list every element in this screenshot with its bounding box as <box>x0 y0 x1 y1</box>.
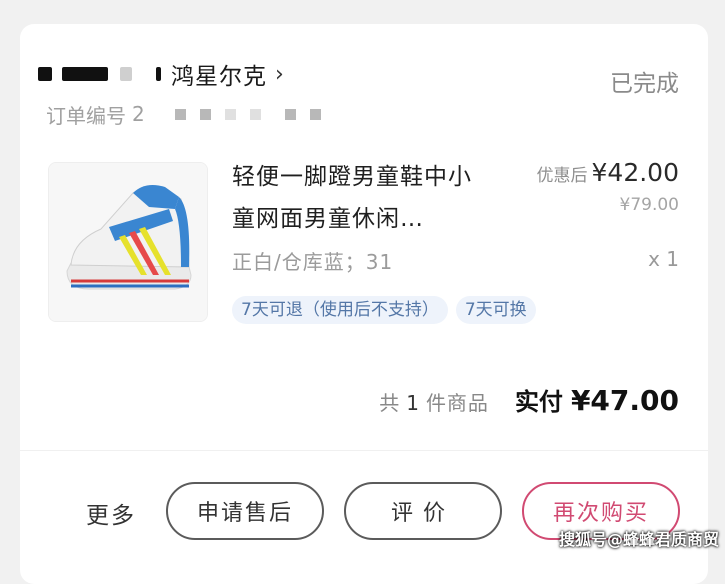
count-suffix: 件商品 <box>426 391 489 415</box>
store-name[interactable]: 鸿星尔克 <box>171 57 267 91</box>
review-button[interactable]: 评价 <box>344 482 502 540</box>
tag-return: 7天可退（使用后不支持） <box>232 296 448 324</box>
divider <box>20 450 708 451</box>
redacted-pixel <box>285 109 296 120</box>
paid-value: ¥47.00 <box>571 384 679 417</box>
product-sku: 正白/仓库蓝；31 <box>232 246 393 275</box>
service-tags: 7天可退（使用后不支持） 7天可换 <box>232 296 536 324</box>
order-summary: 共1件商品 实付 ¥47.00 <box>379 382 679 417</box>
quantity: x 1 <box>648 247 679 271</box>
redacted-block <box>156 67 161 81</box>
order-status: 已完成 <box>610 64 679 98</box>
more-button[interactable]: 更多 <box>86 496 136 530</box>
count-number: 1 <box>406 391 420 415</box>
count-prefix: 共 <box>379 391 400 415</box>
chevron-right-icon[interactable]: › <box>275 62 284 87</box>
redacted-block <box>38 67 52 81</box>
order-number-row: 订单编号 2 <box>46 100 321 128</box>
after-sales-button[interactable]: 申请售后 <box>166 482 324 540</box>
redacted-block <box>120 67 132 81</box>
redacted-pixel <box>175 109 186 120</box>
redacted-pixel <box>225 109 236 120</box>
watermark: 搜狐号@蜂蜂君质商贸 <box>559 526 719 550</box>
redacted-block <box>62 67 108 81</box>
price-box: 优惠后¥42.00 ¥79.00 <box>537 158 679 215</box>
original-price: ¥79.00 <box>537 195 679 215</box>
product-title[interactable]: 轻便一脚蹬男童鞋中小童网面男童休闲… <box>232 156 492 240</box>
price-prefix: 优惠后 <box>537 166 588 186</box>
item-count: 共1件商品 <box>379 387 489 416</box>
paid-label: 实付 <box>515 382 563 417</box>
redacted-pixel <box>250 109 261 120</box>
store-header[interactable]: 鸿星尔克 › <box>38 56 284 92</box>
order-number-label: 订单编号 <box>46 100 126 129</box>
price-value: ¥42.00 <box>592 158 679 187</box>
product-image[interactable] <box>48 162 208 322</box>
redacted-pixel <box>200 109 211 120</box>
order-number-value: 2 <box>132 102 145 126</box>
redacted-pixel <box>310 109 321 120</box>
tag-exchange: 7天可换 <box>456 296 536 324</box>
